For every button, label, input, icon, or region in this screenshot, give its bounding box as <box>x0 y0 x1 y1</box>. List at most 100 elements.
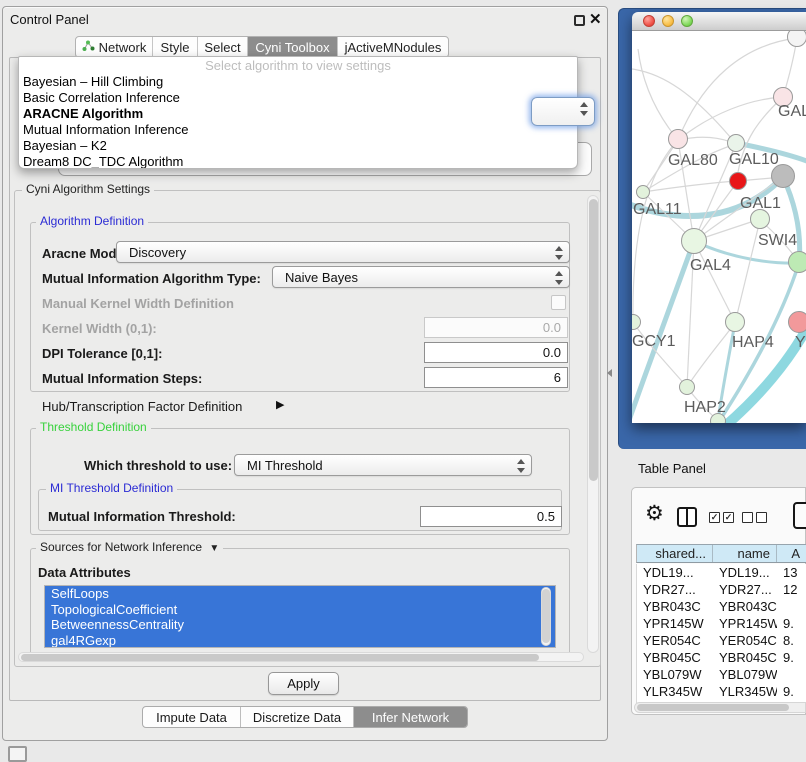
minimized-panel-icon[interactable] <box>8 746 27 762</box>
network-node-hap2[interactable] <box>679 379 695 395</box>
expand-right-icon[interactable]: ▶ <box>276 398 284 411</box>
dpi-tolerance-label: DPI Tolerance [0,1]: <box>42 346 162 361</box>
tab-select[interactable]: Select <box>198 37 248 57</box>
network-window-titlebar[interactable] <box>632 12 806 31</box>
tab-cyni-toolbox[interactable]: Cyni Toolbox <box>248 37 338 57</box>
float-panel-icon[interactable] <box>574 15 585 26</box>
manual-kernel-checkbox[interactable] <box>551 295 566 310</box>
attribute-item-betweennesscentrality[interactable]: BetweennessCentrality <box>45 617 555 633</box>
threshold-definition-title: Threshold Definition <box>36 421 151 434</box>
select-all-checkboxes-icon[interactable]: ✓ ✓ <box>709 512 734 523</box>
tab-discretize-data[interactable]: Discretize Data <box>241 707 354 727</box>
network-node-gal10[interactable] <box>727 134 745 152</box>
hub-section-label[interactable]: Hub/Transcription Factor Definition <box>42 399 242 414</box>
node-label: SWI4 <box>758 232 797 250</box>
attribute-list-scrollbar-thumb[interactable] <box>542 589 550 643</box>
network-node-gal4[interactable] <box>681 228 707 254</box>
table-hscrollbar-thumb[interactable] <box>637 704 789 711</box>
mi-steps-field[interactable]: 6 <box>424 367 568 388</box>
settings-vscrollbar-thumb[interactable] <box>589 199 598 481</box>
table-panel-title: Table Panel <box>638 461 706 476</box>
window-close-button[interactable] <box>643 15 655 27</box>
unchecked-box-icon <box>756 512 767 523</box>
tab-label: Network <box>99 40 147 55</box>
table-cell: 9. <box>777 683 806 700</box>
unchecked-box-icon <box>742 512 753 523</box>
table-row[interactable]: YLR345WYLR345W9. <box>637 683 806 700</box>
tab-infer-network[interactable]: Infer Network <box>354 707 467 727</box>
network-node-y[interactable] <box>788 311 806 333</box>
node-label: GAL1 <box>740 195 781 213</box>
dropdown-item-mutual-information-inference[interactable]: Mutual Information Inference <box>19 122 577 138</box>
attribute-item-topologicalcoefficient[interactable]: TopologicalCoefficient <box>45 602 555 618</box>
dropdown-placeholder: Select algorithm to view settings <box>19 57 577 74</box>
tab-jactivemnodules[interactable]: jActiveMNodules <box>338 37 448 57</box>
network-node[interactable] <box>729 172 747 190</box>
control-panel-tabstrip: Network Style SelectCyni ToolboxjActiveMNo… <box>75 36 449 58</box>
dropdown-item-aracne-algorithm[interactable]: ARACNE Algorithm <box>19 106 577 122</box>
column-header-shared[interactable]: shared... <box>637 545 713 563</box>
table-cell: YBL079W <box>713 666 777 683</box>
which-threshold-combobox[interactable]: MI Threshold <box>234 454 532 476</box>
kernel-width-field[interactable]: 0.0 <box>424 317 568 338</box>
network-node[interactable] <box>787 31 806 47</box>
network-node[interactable] <box>710 413 726 423</box>
close-icon[interactable]: ✕ <box>589 10 602 28</box>
data-attributes-list[interactable]: SelfLoopsTopologicalCoefficientBetweenne… <box>44 585 556 648</box>
table-row[interactable]: YBR045CYBR045C9. <box>637 649 806 666</box>
apply-button[interactable]: Apply <box>268 672 339 695</box>
dpi-tolerance-field[interactable]: 0.0 <box>424 342 568 363</box>
expand-down-icon[interactable]: ▼ <box>209 543 219 554</box>
settings-hscrollbar-thumb[interactable] <box>21 654 539 661</box>
table-cell: YBR043C <box>637 598 713 615</box>
network-node-gal80[interactable] <box>668 129 688 149</box>
window-minimize-button[interactable] <box>662 15 674 27</box>
attribute-item-gal4rgexp[interactable]: gal4RGexp <box>45 633 555 649</box>
network-canvas[interactable]: GALGAL80GAL10GAL11GAL1GAL4SWI4GCY1HAP4YH… <box>632 31 806 423</box>
aracne-mode-combobox[interactable]: Discovery <box>116 241 570 263</box>
network-node-gal11[interactable] <box>636 185 650 199</box>
combo-stepper-icon <box>554 246 564 260</box>
table-cell: YDL19... <box>713 564 777 581</box>
attribute-item-selfloops[interactable]: SelfLoops <box>45 586 555 602</box>
dropdown-item-bayesian-hill-climbing[interactable]: Bayesian – Hill Climbing <box>19 74 577 90</box>
mi-threshold-field[interactable]: 0.5 <box>420 506 562 527</box>
node-label: HAP4 <box>732 334 774 352</box>
node-label: GAL <box>778 103 806 121</box>
network-icon <box>82 39 95 55</box>
sources-group-title: Sources for Network Inference ▼ <box>36 541 223 555</box>
dropdown-item-bayesian-k2[interactable]: Bayesian – K2 <box>19 138 577 154</box>
tab-label: Style <box>161 40 190 55</box>
table-row[interactable]: YBR043CYBR043C <box>637 598 806 615</box>
network-node[interactable] <box>771 164 795 188</box>
table-cell: 13 <box>777 564 806 581</box>
table-row[interactable]: YER054CYER054C8. <box>637 632 806 649</box>
splitpane-handle-icon[interactable] <box>607 369 612 377</box>
combo-stepper-icon <box>554 271 564 285</box>
tab-impute-data[interactable]: Impute Data <box>143 707 241 727</box>
which-threshold-label: Which threshold to use: <box>84 458 232 473</box>
deselect-all-checkboxes-icon[interactable] <box>742 512 767 523</box>
gear-icon[interactable]: ⚙ <box>645 502 664 526</box>
split-columns-icon[interactable] <box>677 507 697 527</box>
focused-spinner-fragment[interactable] <box>531 97 595 126</box>
dropdown-item-dream8-dc-tdc-algorithm[interactable]: Dream8 DC_TDC Algorithm <box>19 154 577 169</box>
window-zoom-button[interactable] <box>681 15 693 27</box>
mi-type-combobox[interactable]: Naive Bayes <box>272 266 570 288</box>
tab-network[interactable]: Network <box>76 37 153 57</box>
table-row[interactable]: YDL19...YDL19...13 <box>637 564 806 581</box>
table-row[interactable]: YPR145WYPR145W9. <box>637 615 806 632</box>
network-node-swi4[interactable] <box>788 251 806 273</box>
document-icon[interactable] <box>793 502 806 529</box>
network-node-gcy1[interactable] <box>632 314 641 330</box>
column-header-a[interactable]: A <box>777 545 806 563</box>
dropdown-item-basic-correlation-inference[interactable]: Basic Correlation Inference <box>19 90 577 106</box>
network-node-hap4[interactable] <box>725 312 745 332</box>
table-row[interactable]: YBL079WYBL079W <box>637 666 806 683</box>
checked-box-icon: ✓ <box>723 512 734 523</box>
table-cell: YER054C <box>637 632 713 649</box>
column-header-name[interactable]: name <box>713 545 777 563</box>
tab-style[interactable]: Style <box>153 37 198 57</box>
table-row[interactable]: YDR27...YDR27...12 <box>637 581 806 598</box>
settings-group-title: Cyni Algorithm Settings <box>22 183 154 196</box>
